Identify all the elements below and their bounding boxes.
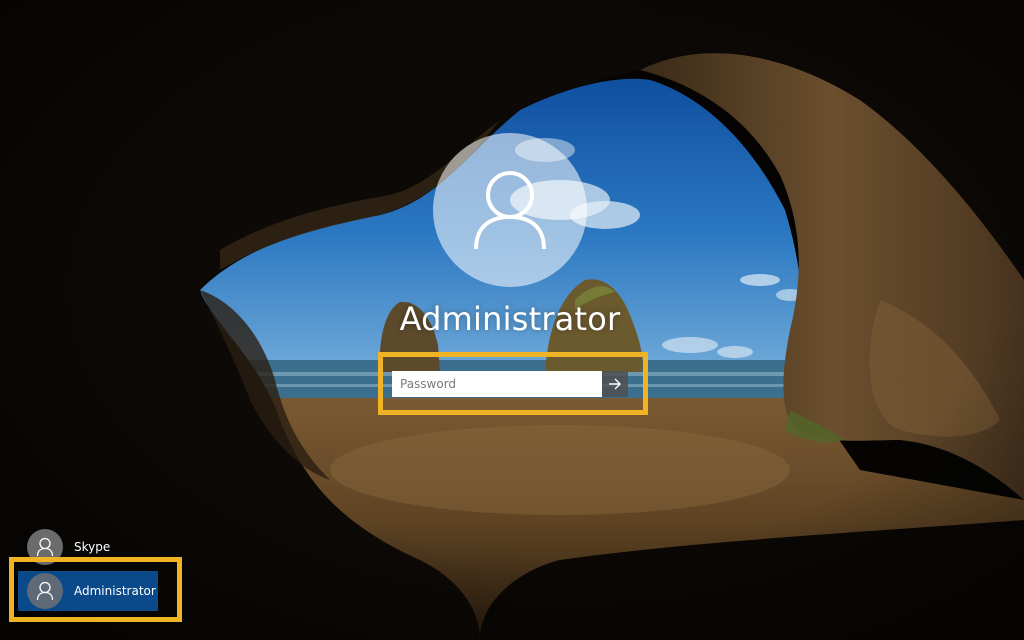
password-input[interactable]	[392, 371, 602, 397]
user-icon	[36, 537, 54, 557]
administrator-highlight-box	[9, 557, 182, 622]
user-icon	[474, 171, 546, 250]
submit-button[interactable]	[602, 371, 628, 397]
user-avatar-large	[433, 133, 587, 287]
user-list-item-label: Skype	[74, 540, 111, 554]
username-title: Administrator	[399, 300, 621, 338]
lock-screen: Administrator Skype Administrator	[0, 0, 1024, 640]
password-field-group	[392, 371, 628, 397]
arrow-right-icon	[609, 378, 621, 390]
